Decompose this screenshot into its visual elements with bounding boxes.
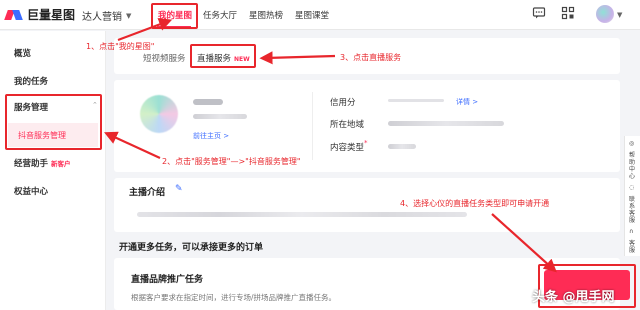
watermark: 头条 @甩手网 (532, 290, 615, 305)
more-tasks-title: 开通更多任务，可以承接更多的订单 (119, 243, 264, 253)
logo-text: 巨量星图 (27, 8, 76, 22)
live-task-description: 根据客户要求在指定时间，进行专场/拼场品牌推广直播任务。 (131, 293, 337, 302)
tab-short-video[interactable]: 短视频服务 (143, 52, 186, 64)
customer-service-link[interactable]: 客服 (629, 240, 639, 254)
account-type-label: 达人营销 (82, 12, 122, 23)
profile-divider (312, 92, 313, 160)
content-type-label: 内容类型 (330, 143, 365, 153)
region-label: 所在地域 (330, 120, 365, 130)
sidebar-item-overview[interactable]: 概览 (14, 47, 31, 59)
highlight-box-service-management (5, 94, 102, 150)
sidebar-item-benefits[interactable]: 权益中心 (14, 185, 48, 197)
qr-grid-icon[interactable] (561, 6, 575, 23)
account-type-dropdown[interactable]: 达人营销 ▼ (82, 8, 132, 24)
nav-hot-list[interactable]: 星图热榜 (249, 9, 283, 21)
credit-score-blurred (388, 99, 444, 102)
user-avatar[interactable] (596, 5, 614, 23)
edit-icon[interactable]: ✎ (175, 184, 183, 194)
credit-score-label: 信用分 (330, 98, 356, 108)
required-mark: * (364, 139, 368, 147)
help-icon[interactable]: ◎ (629, 140, 639, 147)
content-type-blurred (388, 144, 416, 149)
chat-icon[interactable]: ◌ (629, 184, 639, 191)
creator-avatar (140, 95, 178, 133)
creator-id-blurred (193, 114, 247, 119)
go-to-homepage-link[interactable]: 前往主页 > (193, 131, 229, 141)
annotation-step-3: 3、点击直播服务 (340, 53, 402, 62)
nav-classroom[interactable]: 星图课堂 (295, 9, 329, 21)
page: 巨量星图 达人营销 ▼ 我的星图 任务大厅 星图热榜 星图课堂 ▼ 概览 我的任… (0, 0, 640, 310)
help-center-link[interactable]: 帮助中心 (629, 152, 639, 180)
contact-service-link[interactable]: 联系客服 (629, 196, 639, 224)
live-task-title: 直播品牌推广任务 (131, 275, 204, 285)
annotation-step-2: 2、点击"服务管理"—>"抖音服务管理" (162, 157, 301, 166)
sidebar-item-label: 经营助手 (14, 159, 49, 169)
chevron-down-icon[interactable]: ▼ (617, 11, 622, 19)
sidebar: 概览 我的任务 服务管理 ⌃ 抖音服务管理 经营助手 新客户 权益中心 (0, 31, 106, 310)
chevron-down-icon: ▼ (126, 11, 132, 20)
logo[interactable]: 巨量星图 (4, 6, 76, 23)
highlight-box-live-service (190, 44, 256, 68)
top-navbar: 巨量星图 达人营销 ▼ 我的星图 任务大厅 星图热榜 星图课堂 ▼ (0, 0, 640, 30)
creator-name-blurred (193, 99, 223, 105)
annotation-step-1: 1、点击"我的星图" (86, 42, 155, 51)
logo-mark-icon (4, 8, 24, 22)
message-icon[interactable] (532, 6, 546, 23)
annotation-step-4: 4、选择心仪的直播任务类型即可申请开通 (400, 199, 550, 208)
new-customer-tag: 新客户 (51, 160, 71, 168)
anchor-intro-title: 主播介绍 (129, 188, 166, 198)
headset-icon[interactable]: ∩ (629, 228, 639, 235)
nav-task-hall[interactable]: 任务大厅 (203, 9, 237, 21)
sidebar-item-my-tasks[interactable]: 我的任务 (14, 75, 48, 87)
anchor-intro-blurred (137, 212, 467, 217)
highlight-box-my-xingtu (151, 3, 198, 29)
right-float-panel: ◎ 帮助中心 ◌ 联系客服 ∩ 客服 (624, 136, 640, 256)
region-blurred (388, 121, 504, 126)
sidebar-item-business-assistant[interactable]: 经营助手 新客户 (14, 157, 71, 169)
credit-detail-link[interactable]: 详情 > (456, 97, 478, 107)
